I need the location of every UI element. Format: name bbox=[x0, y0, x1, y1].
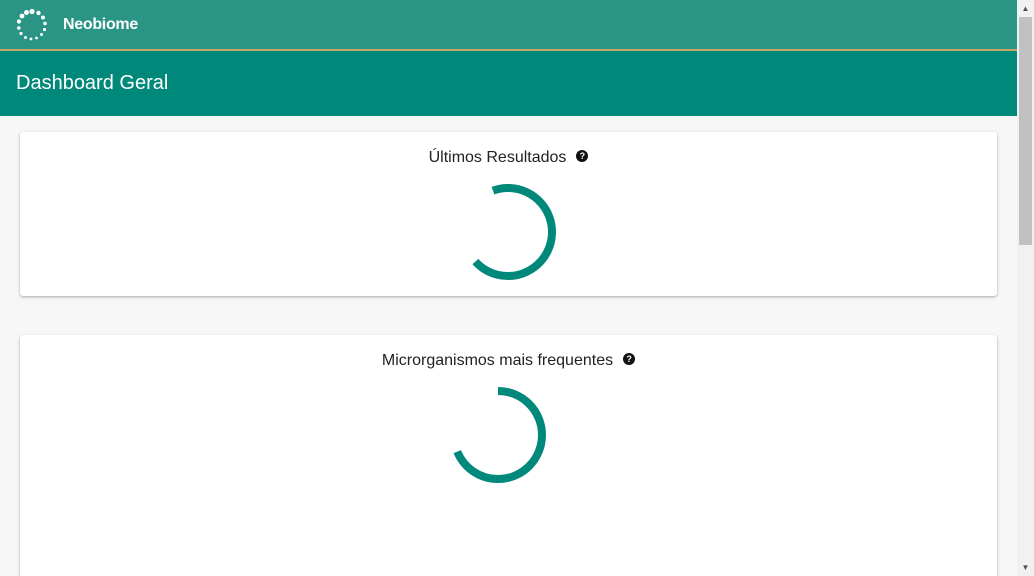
help-circle-icon[interactable]: ? bbox=[576, 150, 589, 162]
scrollbar-thumb[interactable] bbox=[1019, 17, 1032, 245]
card-title: Microrganismos mais frequentes bbox=[381, 352, 614, 369]
card-header: Microrganismos mais frequentes ? bbox=[20, 352, 997, 370]
loading-spinner-icon bbox=[450, 387, 546, 483]
page-title: Dashboard Geral bbox=[16, 72, 169, 94]
card-header: Últimos Resultados ? bbox=[20, 149, 997, 167]
scroll-down-arrow-icon[interactable]: ▼ bbox=[1017, 559, 1034, 576]
brand-name[interactable]: Neobiome bbox=[63, 16, 138, 34]
latest-results-card: Últimos Resultados ? bbox=[20, 132, 997, 296]
dashboard-content: Últimos Resultados ? Microrganismos mais… bbox=[0, 116, 1017, 576]
scroll-up-arrow-icon[interactable]: ▲ bbox=[1017, 0, 1034, 17]
loading-spinner-icon bbox=[460, 184, 556, 280]
frequent-microorganisms-card: Microrganismos mais frequentes ? bbox=[20, 335, 997, 576]
page-header: Dashboard Geral bbox=[0, 51, 1017, 116]
vertical-scrollbar[interactable]: ▲ ▼ bbox=[1017, 0, 1034, 576]
app-root: Neobiome Dashboard Geral Últimos Resulta… bbox=[0, 0, 1034, 576]
help-circle-icon[interactable]: ? bbox=[623, 353, 636, 365]
neobiome-logo-icon[interactable] bbox=[15, 8, 49, 42]
top-app-bar: Neobiome bbox=[0, 0, 1017, 51]
card-title: Últimos Resultados bbox=[428, 149, 567, 166]
